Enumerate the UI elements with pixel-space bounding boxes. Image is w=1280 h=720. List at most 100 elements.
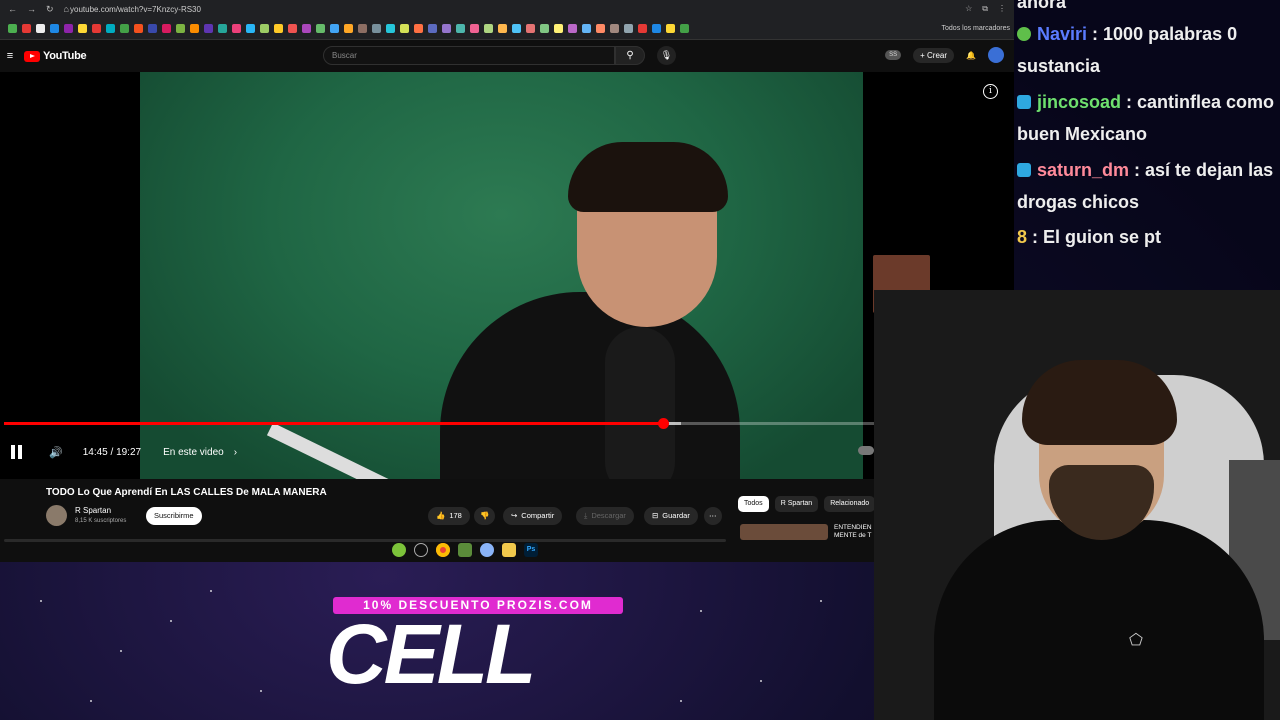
bookmark-icon[interactable]	[638, 24, 647, 33]
channel-name[interactable]: R Spartan	[75, 506, 111, 515]
bookmark-icon[interactable]	[260, 24, 269, 33]
channel-avatar[interactable]	[46, 505, 67, 526]
bookmark-icon[interactable]	[386, 24, 395, 33]
bookmark-icon[interactable]	[400, 24, 409, 33]
bookmark-icon[interactable]	[218, 24, 227, 33]
bookmark-icon[interactable]	[232, 24, 241, 33]
app-icon[interactable]	[480, 543, 494, 557]
bookmark-icon[interactable]	[358, 24, 367, 33]
like-button[interactable]: 👍 178	[428, 507, 470, 525]
account-avatar[interactable]	[988, 47, 1004, 63]
bookmark-icon[interactable]	[512, 24, 521, 33]
bookmark-icon[interactable]	[596, 24, 605, 33]
bookmark-icon[interactable]	[204, 24, 213, 33]
folder-icon[interactable]	[502, 543, 516, 557]
app-icon[interactable]	[458, 543, 472, 557]
user-badge-icon	[1017, 27, 1031, 41]
extensions-icon[interactable]: ⧉	[982, 4, 988, 14]
bookmark-icon[interactable]	[134, 24, 143, 33]
all-bookmarks-folder[interactable]: Todos los marcadores	[942, 25, 1010, 32]
bookmark-icon[interactable]	[540, 24, 549, 33]
bookmark-icon[interactable]	[302, 24, 311, 33]
bookmark-icon[interactable]	[568, 24, 577, 33]
video-player[interactable]: i 🔊 14:45 / 19:27 En este video ›	[0, 72, 1014, 479]
bookmark-icon[interactable]	[64, 24, 73, 33]
bookmark-icon[interactable]	[582, 24, 591, 33]
bookmark-icon[interactable]	[92, 24, 101, 33]
save-button[interactable]: ⊟ Guardar	[644, 507, 698, 525]
menu-icon[interactable]: ⋮	[998, 4, 1006, 14]
bookmark-icon[interactable]	[148, 24, 157, 33]
like-count: 178	[449, 511, 462, 520]
bookmark-icon[interactable]	[498, 24, 507, 33]
hamburger-menu-icon[interactable]: ≡	[0, 50, 20, 62]
forward-icon[interactable]: →	[27, 4, 36, 15]
bookmark-icon[interactable]	[176, 24, 185, 33]
bookmark-icon[interactable]	[120, 24, 129, 33]
chip-channel[interactable]: R Spartan	[774, 496, 819, 512]
back-icon[interactable]: ←	[8, 4, 17, 15]
more-actions-button[interactable]: ⋯	[704, 507, 722, 525]
info-icon[interactable]: i	[983, 84, 998, 99]
bookmark-icon[interactable]	[316, 24, 325, 33]
bookmark-icon[interactable]	[554, 24, 563, 33]
bookmark-icon[interactable]	[162, 24, 171, 33]
dislike-button[interactable]: 👎	[474, 507, 496, 525]
seek-bar[interactable]	[4, 422, 874, 425]
search-button[interactable]: ⚲	[615, 46, 645, 65]
voice-search-icon[interactable]: 🎙	[657, 46, 676, 65]
chip-todos[interactable]: Todos	[738, 496, 769, 512]
app-icon[interactable]	[414, 543, 428, 557]
bookmark-icon[interactable]	[442, 24, 451, 33]
person-hair	[568, 142, 728, 212]
bookmark-icon[interactable]	[470, 24, 479, 33]
taskbar: Ps	[392, 541, 538, 559]
bookmark-star-icon[interactable]: ☆	[965, 4, 972, 14]
create-label: Crear	[927, 50, 948, 60]
bookmark-icon[interactable]	[610, 24, 619, 33]
reload-icon[interactable]: ↻	[46, 4, 54, 15]
bookmark-icon[interactable]	[78, 24, 87, 33]
bookmark-icon[interactable]	[106, 24, 115, 33]
bookmark-icon[interactable]	[414, 24, 423, 33]
bookmark-icon[interactable]	[652, 24, 661, 33]
share-button[interactable]: ↪ Compartir	[503, 507, 563, 525]
subscribe-button[interactable]: Suscribirme	[146, 507, 202, 525]
create-button[interactable]: + Crear	[913, 47, 955, 63]
bookmark-icon[interactable]	[428, 24, 437, 33]
chip-related[interactable]: Relacionado	[824, 496, 876, 512]
app-icon[interactable]	[392, 543, 406, 557]
chapters-button[interactable]: En este video ›	[163, 447, 237, 458]
bookmark-icon[interactable]	[246, 24, 255, 33]
autoplay-toggle[interactable]	[858, 446, 874, 455]
bookmark-icon[interactable]	[526, 24, 535, 33]
bookmark-icon[interactable]	[36, 24, 45, 33]
bookmark-icon[interactable]	[624, 24, 633, 33]
bookmark-icon[interactable]	[344, 24, 353, 33]
search-input[interactable]: Buscar	[323, 46, 615, 65]
bookmark-icon[interactable]	[288, 24, 297, 33]
bookmark-icon[interactable]	[680, 24, 689, 33]
pause-icon[interactable]	[11, 445, 23, 459]
bookmark-icon[interactable]	[666, 24, 675, 33]
home-icon[interactable]: ⌂	[64, 4, 69, 15]
horizontal-scrollbar[interactable]	[4, 539, 726, 542]
chrome-icon[interactable]	[436, 543, 450, 557]
youtube-logo[interactable]: YouTube	[24, 50, 87, 62]
address-field[interactable]: youtube.com/watch?v=7Knzcy-RS30	[70, 5, 965, 14]
bookmark-icon[interactable]	[190, 24, 199, 33]
bookmark-icon[interactable]	[274, 24, 283, 33]
download-button[interactable]: ⤓ Descargar	[576, 507, 634, 525]
bookmark-icon[interactable]	[8, 24, 17, 33]
bookmark-icon[interactable]	[330, 24, 339, 33]
notifications-bell-icon[interactable]: 🔔	[966, 51, 976, 60]
related-video-thumbnail[interactable]	[740, 524, 828, 540]
bookmark-icon[interactable]	[50, 24, 59, 33]
volume-icon[interactable]: 🔊	[49, 446, 63, 459]
photoshop-icon[interactable]: Ps	[524, 543, 538, 557]
bookmark-icon[interactable]	[456, 24, 465, 33]
bookmark-icon[interactable]	[22, 24, 31, 33]
chat-message: jincosoad : cantinflea como buen Mexican…	[1017, 92, 1275, 144]
bookmark-icon[interactable]	[484, 24, 493, 33]
bookmark-icon[interactable]	[372, 24, 381, 33]
